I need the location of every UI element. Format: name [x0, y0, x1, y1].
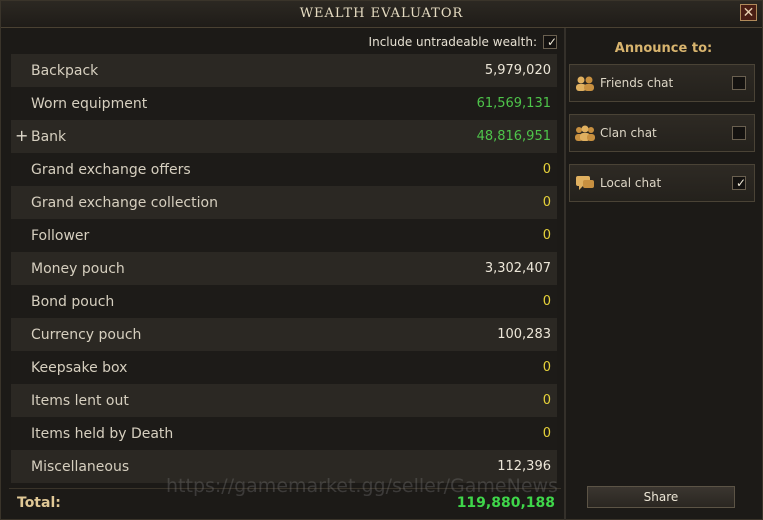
- wealth-row-value: 61,569,131: [476, 96, 551, 111]
- local-chat-icon: [574, 174, 596, 192]
- wealth-row-worn-equipment: Worn equipment 61,569,131: [11, 87, 557, 120]
- wealth-row-value: 0: [542, 162, 551, 177]
- announce-option-label: Friends chat: [600, 76, 674, 90]
- wealth-row-label: Bond pouch: [31, 293, 115, 310]
- announce-checkbox[interactable]: [732, 76, 746, 90]
- wealth-row-label: Miscellaneous: [31, 458, 130, 475]
- announce-local-chat-button[interactable]: Local chat ✓: [569, 164, 755, 202]
- announce-option-label: Clan chat: [600, 126, 657, 140]
- total-value: 119,880,188: [456, 494, 555, 511]
- close-button[interactable]: ✕: [740, 4, 757, 21]
- wealth-row-label: Currency pouch: [31, 326, 142, 343]
- friends-icon: [574, 74, 596, 92]
- announce-checkbox[interactable]: [732, 126, 746, 140]
- expand-icon[interactable]: +: [15, 126, 28, 145]
- wealth-row-grand-exchange-offers: Grand exchange offers 0: [11, 153, 557, 186]
- announce-title: Announce to:: [614, 41, 713, 56]
- wealth-row-miscellaneous: Miscellaneous 112,396: [11, 450, 557, 483]
- total-label: Total:: [17, 494, 61, 511]
- announce-checkbox[interactable]: ✓: [732, 176, 746, 190]
- wealth-evaluator-window: WEALTH EVALUATOR ✕ Include untradeable w…: [0, 0, 763, 520]
- wealth-row-label: Worn equipment: [31, 95, 148, 112]
- checkmark-icon: ✓: [547, 35, 558, 49]
- title-bar: WEALTH EVALUATOR ✕: [1, 1, 762, 28]
- untradeable-option: Include untradeable wealth: ✓: [369, 33, 557, 51]
- wealth-row-label: Backpack: [31, 62, 99, 79]
- wealth-row-bond-pouch: Bond pouch 0: [11, 285, 557, 318]
- announce-option-label: Local chat: [600, 176, 662, 190]
- wealth-row-backpack: Backpack 5,979,020: [11, 54, 557, 87]
- checkmark-icon: ✓: [736, 176, 747, 190]
- wealth-row-items-held-by-death: Items held by Death 0: [11, 417, 557, 450]
- wealth-row-value: 3,302,407: [484, 261, 551, 276]
- wealth-row-value: 0: [542, 360, 551, 375]
- wealth-row-grand-exchange-collection: Grand exchange collection 0: [11, 186, 557, 219]
- wealth-row-value: 0: [542, 195, 551, 210]
- wealth-row-label: Grand exchange offers: [31, 161, 191, 178]
- wealth-row-value: 5,979,020: [484, 63, 551, 78]
- window-title: WEALTH EVALUATOR: [299, 6, 464, 21]
- wealth-row-value: 0: [542, 426, 551, 441]
- total-row: Total: 119,880,188: [9, 488, 561, 516]
- untradeable-checkbox[interactable]: ✓: [543, 35, 557, 49]
- clan-icon: [574, 124, 596, 142]
- wealth-panel: Include untradeable wealth: ✓ Backpack 5,…: [9, 29, 561, 517]
- wealth-row-label: Bank: [31, 128, 67, 145]
- wealth-row-currency-pouch: Currency pouch 100,283: [11, 318, 557, 351]
- share-button[interactable]: Share: [587, 486, 735, 508]
- untradeable-label: Include untradeable wealth:: [368, 35, 537, 49]
- wealth-row-value: 48,816,951: [476, 129, 551, 144]
- wealth-row-money-pouch: Money pouch 3,302,407: [11, 252, 557, 285]
- wealth-row-label: Items held by Death: [31, 425, 174, 442]
- wealth-row-follower: Follower 0: [11, 219, 557, 252]
- announce-friends-chat-button[interactable]: Friends chat: [569, 64, 755, 102]
- panel-divider: [564, 28, 566, 520]
- wealth-list: Backpack 5,979,020 Worn equipment 61,569,13…: [11, 54, 557, 483]
- wealth-row-value: 0: [542, 294, 551, 309]
- wealth-row-value: 0: [542, 228, 551, 243]
- announce-panel: Announce to: Friends chat Clan chat Local …: [567, 29, 760, 517]
- wealth-row-label: Money pouch: [31, 260, 125, 277]
- wealth-row-value: 0: [542, 393, 551, 408]
- wealth-row-bank[interactable]: + Bank 48,816,951: [11, 120, 557, 153]
- wealth-row-value: 100,283: [497, 327, 551, 342]
- wealth-row-label: Grand exchange collection: [31, 194, 218, 211]
- wealth-row-label: Items lent out: [31, 392, 129, 409]
- wealth-row-items-lent-out: Items lent out 0: [11, 384, 557, 417]
- wealth-row-label: Keepsake box: [31, 359, 128, 376]
- wealth-row-label: Follower: [31, 227, 90, 244]
- wealth-row-keepsake-box: Keepsake box 0: [11, 351, 557, 384]
- announce-clan-chat-button[interactable]: Clan chat: [569, 114, 755, 152]
- wealth-row-value: 112,396: [497, 459, 551, 474]
